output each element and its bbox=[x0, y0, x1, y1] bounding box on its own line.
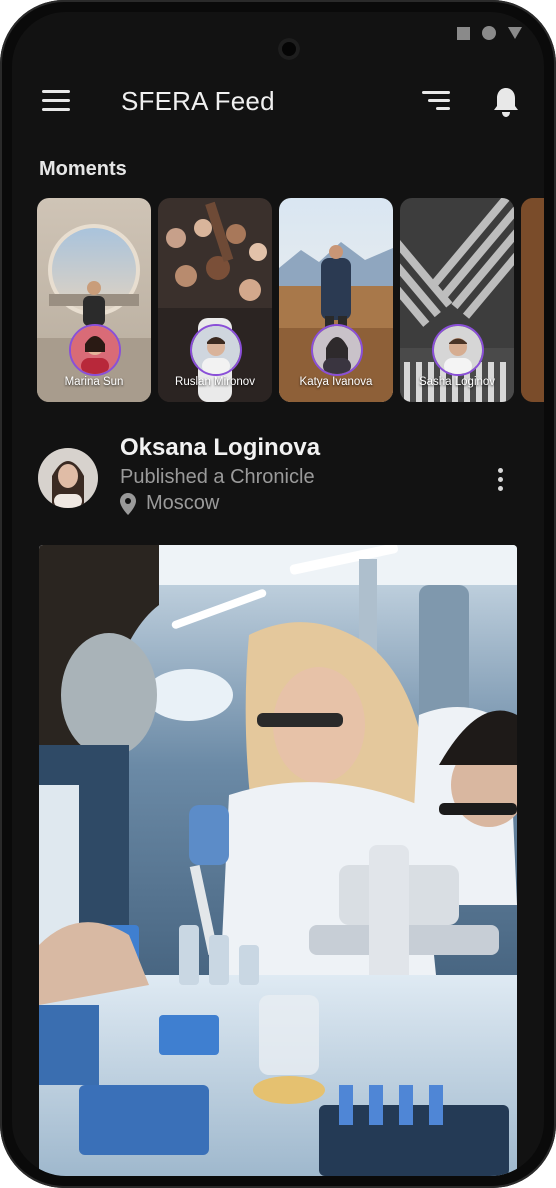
phone-frame: SFERA Feed Moments Marina Sun Ruslan Mir… bbox=[0, 0, 556, 1188]
front-camera bbox=[278, 38, 300, 60]
triangle-icon bbox=[508, 27, 522, 39]
avatar[interactable] bbox=[38, 448, 98, 508]
moments-title: Moments bbox=[39, 158, 127, 180]
system-status-icons bbox=[457, 26, 522, 40]
menu-icon[interactable] bbox=[42, 90, 70, 112]
post-header: Oksana Loginova Published a Chronicle Mo… bbox=[12, 432, 544, 532]
moment-name: Sasha Loginov bbox=[418, 376, 496, 388]
moment-card[interactable]: Marina Sun bbox=[37, 198, 151, 402]
location-pin-icon bbox=[120, 492, 136, 515]
filter-icon[interactable] bbox=[422, 91, 450, 113]
moment-card[interactable]: Ruslan Mironov bbox=[158, 198, 272, 402]
post-author-name[interactable]: Oksana Loginova bbox=[120, 434, 320, 462]
post-location-text: Moscow bbox=[146, 492, 220, 514]
more-vertical-icon[interactable] bbox=[492, 468, 508, 496]
post-location: Moscow bbox=[120, 492, 219, 515]
app-title: SFERA Feed bbox=[121, 86, 275, 116]
moment-card[interactable]: Katya Ivanova bbox=[279, 198, 393, 402]
avatar bbox=[311, 324, 363, 376]
post-action-text: Published a Chronicle bbox=[120, 466, 315, 488]
moment-name: Ruslan Mironov bbox=[175, 376, 255, 388]
moment-name: Katya Ivanova bbox=[299, 376, 373, 388]
post-image[interactable] bbox=[39, 545, 517, 1176]
avatar bbox=[432, 324, 484, 376]
moment-photo bbox=[521, 198, 544, 402]
square-icon bbox=[457, 26, 470, 40]
app-screen: SFERA Feed Moments Marina Sun Ruslan Mir… bbox=[12, 12, 544, 1176]
avatar bbox=[69, 324, 121, 376]
circle-icon bbox=[482, 26, 496, 40]
bell-icon[interactable] bbox=[492, 86, 520, 118]
moment-name: Marina Sun bbox=[64, 376, 124, 388]
moment-card[interactable]: Sasha Loginov bbox=[400, 198, 514, 402]
avatar bbox=[190, 324, 242, 376]
top-app-bar: SFERA Feed bbox=[12, 78, 544, 128]
moments-carousel[interactable]: Marina Sun Ruslan Mironov Katya Ivanova … bbox=[37, 198, 544, 402]
moment-card[interactable] bbox=[521, 198, 544, 402]
